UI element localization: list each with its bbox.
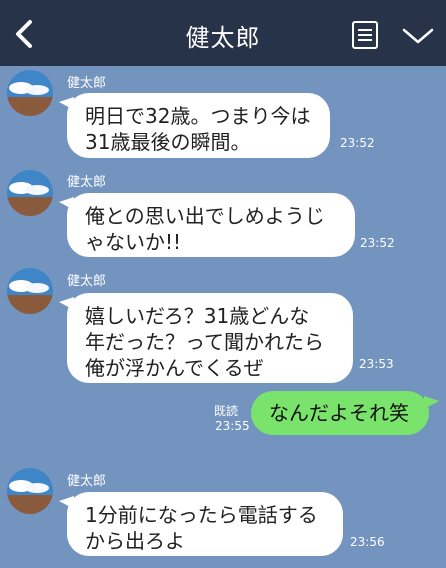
sky-avatar-icon: [7, 170, 53, 216]
notes-menu-icon[interactable]: [351, 20, 379, 50]
message-time: 23:56: [350, 535, 385, 549]
message-bubble[interactable]: 俺との思い出でしめようじ ゃないか!!: [67, 193, 355, 257]
sender-name: 健太郎: [67, 175, 107, 190]
sky-avatar-icon: [7, 268, 53, 314]
message-time: 23:52: [360, 236, 395, 250]
chat-header: 健太郎: [0, 0, 446, 66]
sender-name: 健太郎: [67, 76, 107, 91]
bubble-tail: [424, 396, 439, 409]
avatar[interactable]: [7, 170, 53, 216]
avatar[interactable]: [7, 268, 53, 314]
sender-name: 健太郎: [67, 274, 107, 289]
sky-avatar-icon: [7, 468, 53, 514]
message-bubble[interactable]: 明日で32歳。つまり今は 31歳最後の瞬間。: [67, 93, 330, 158]
chat-title: 健太郎: [185, 24, 261, 52]
message-time: 23:55: [215, 419, 250, 433]
chevron-down-icon[interactable]: [401, 25, 435, 47]
avatar[interactable]: [7, 468, 53, 514]
message-bubble[interactable]: 1分前になったら電話する から出ろよ: [67, 492, 343, 556]
sky-avatar-icon: [7, 70, 53, 116]
sender-name: 健太郎: [67, 474, 107, 489]
my-message-bubble[interactable]: なんだよそれ笑: [251, 391, 429, 435]
message-time: 23:53: [359, 357, 394, 371]
message-time: 23:52: [340, 136, 375, 150]
read-receipt: 既読: [214, 404, 239, 418]
message-bubble[interactable]: 嬉しいだろ？31歳どんな 年だった？って聞かれたら 俺が浮かんでくるぜ: [67, 293, 353, 383]
avatar[interactable]: [7, 70, 53, 116]
